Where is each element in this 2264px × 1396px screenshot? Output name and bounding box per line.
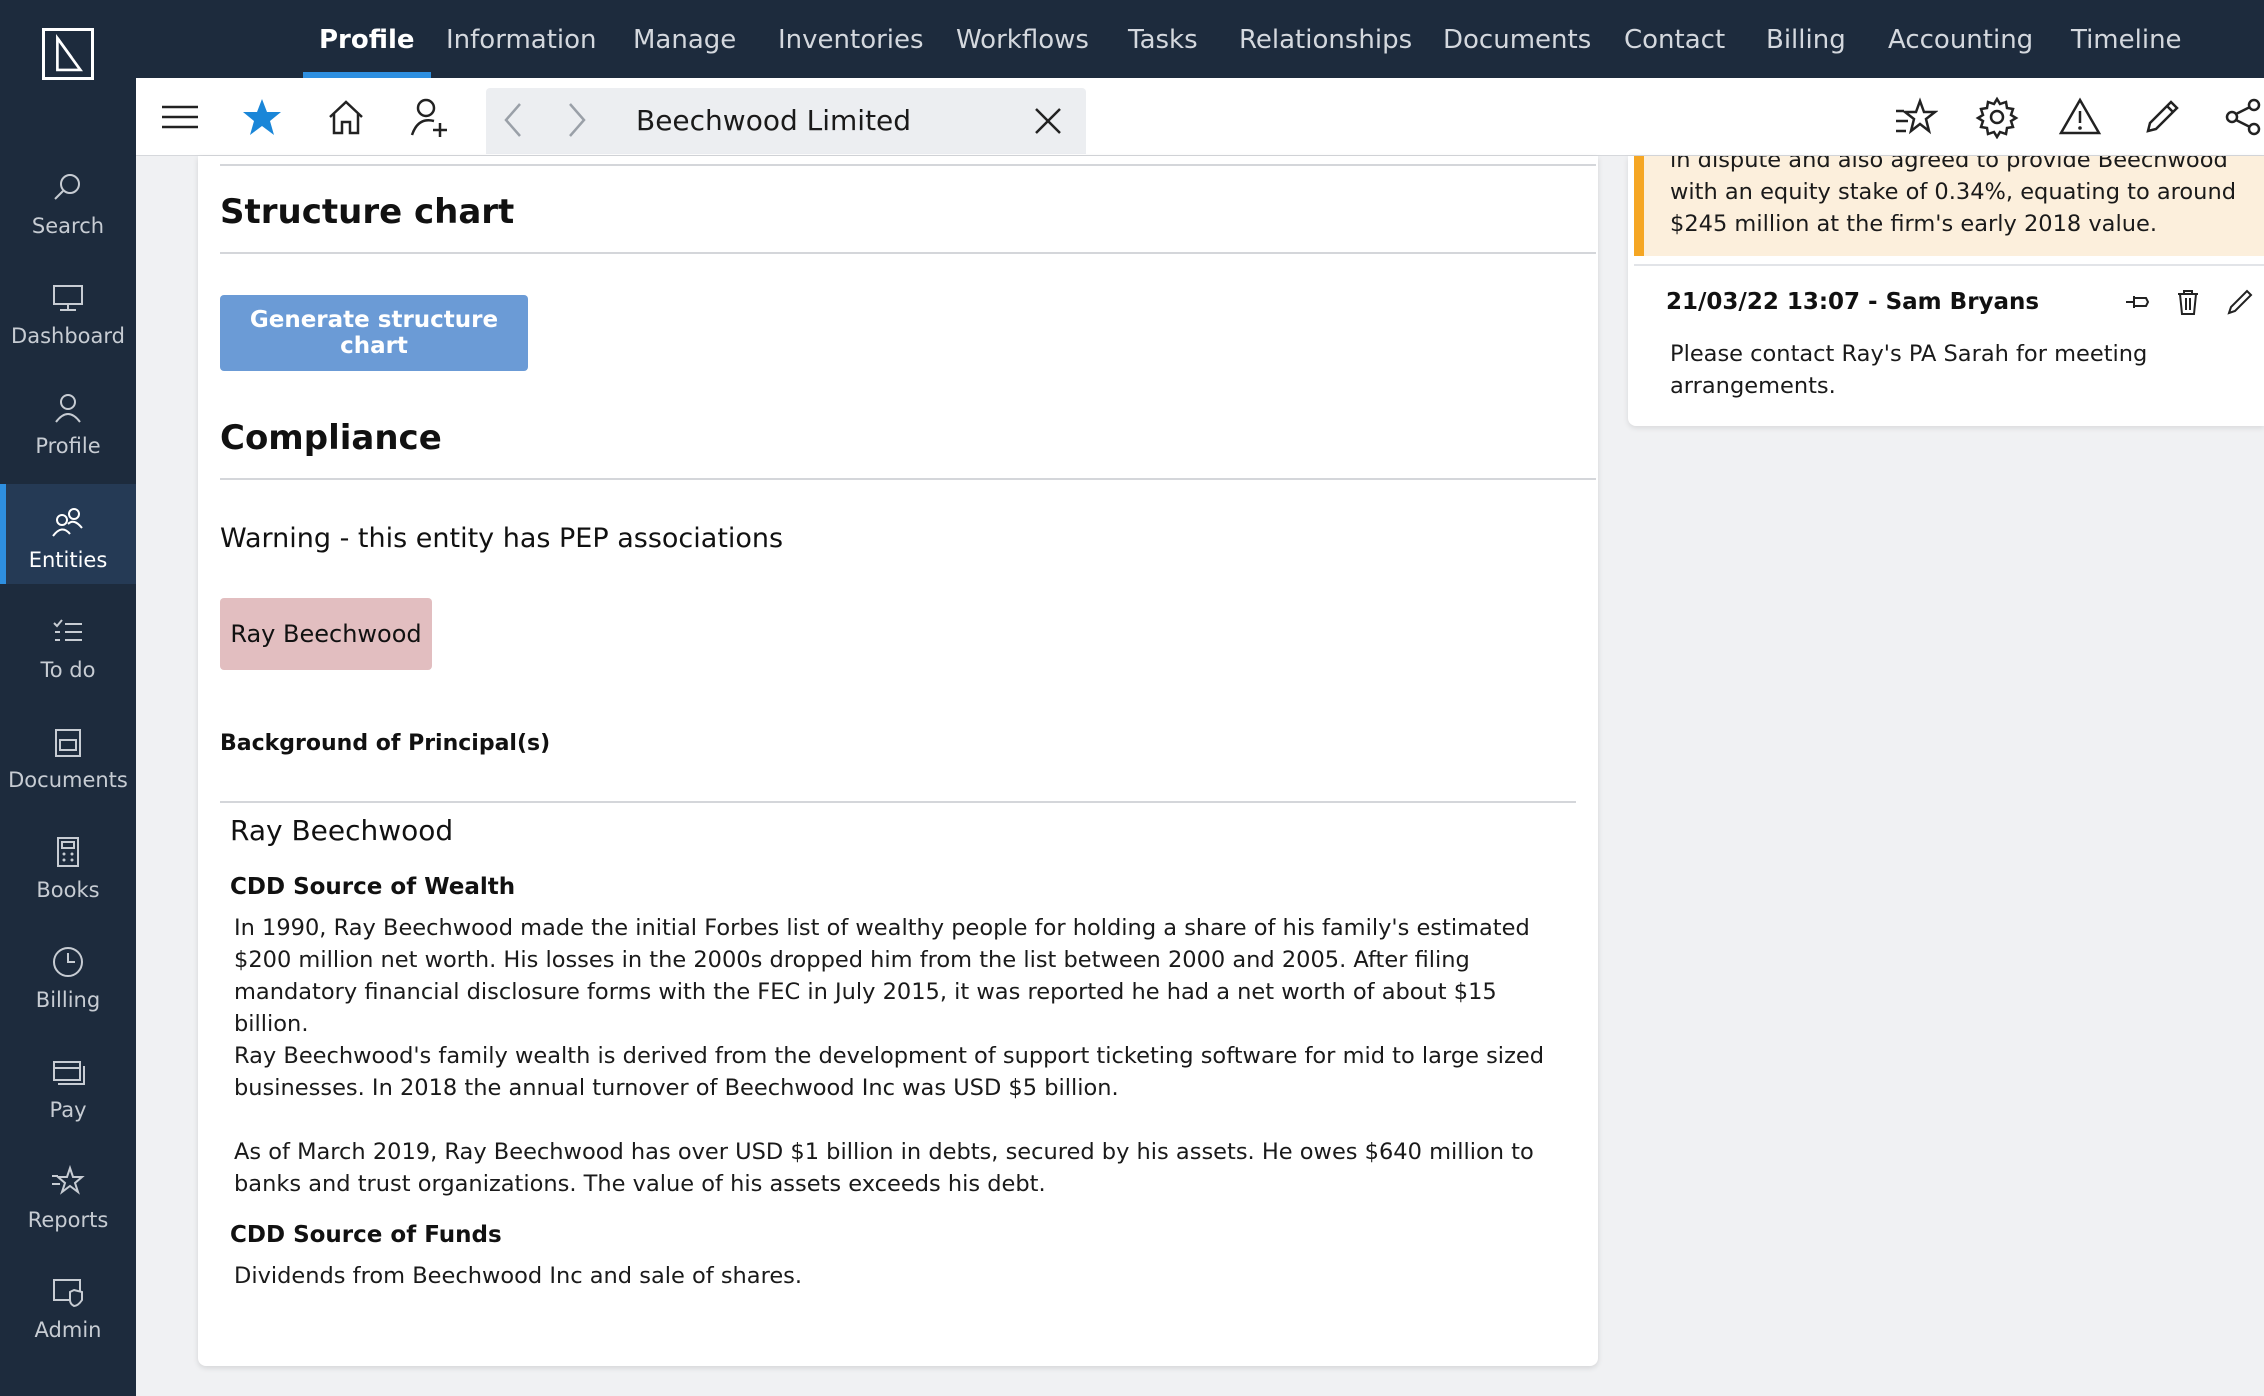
entity-tab[interactable]: Beechwood Limited	[486, 88, 1086, 154]
sidebar-item-label: Pay	[49, 1098, 87, 1122]
starred-list-icon[interactable]	[1894, 95, 1939, 139]
sidebar-item-label: Dashboard	[11, 324, 125, 348]
tab-relationships[interactable]: Relationships	[1239, 0, 1412, 78]
divider	[1634, 264, 2264, 266]
pay-icon	[48, 1052, 88, 1092]
delete-trash-icon[interactable]	[2172, 286, 2204, 318]
settings-gear-icon[interactable]	[1975, 95, 2019, 140]
forward-arrow-icon[interactable]	[554, 98, 598, 142]
source-of-wealth-heading: CDD Source of Wealth	[230, 874, 516, 900]
app-logo[interactable]	[42, 28, 94, 80]
admin-icon	[48, 1272, 88, 1312]
sidebar-item-admin[interactable]: Admin	[0, 1254, 136, 1354]
tab-contact[interactable]: Contact	[1624, 0, 1725, 78]
sidebar-item-label: Books	[36, 878, 100, 902]
share-icon[interactable]	[2220, 95, 2264, 139]
source-of-funds-text: Dividends from Beechwood Inc and sale of…	[234, 1263, 803, 1289]
tab-manage[interactable]: Manage	[633, 0, 736, 78]
billing-icon	[48, 942, 88, 982]
todo-icon	[48, 612, 88, 652]
tab-documents[interactable]: Documents	[1443, 0, 1591, 78]
divider	[220, 478, 1596, 480]
top-nav: Profile Information Manage Inventories W…	[136, 0, 2264, 78]
sidebar-item-label: Documents	[8, 768, 128, 792]
entities-icon	[48, 502, 88, 542]
menu-icon[interactable]	[158, 95, 202, 139]
tab-timeline[interactable]: Timeline	[2071, 0, 2182, 78]
edit-pencil-icon[interactable]	[2140, 95, 2184, 139]
favourite-star-icon[interactable]	[240, 95, 284, 139]
logo-icon	[56, 33, 83, 72]
tab-workflows[interactable]: Workflows	[956, 0, 1089, 78]
sidebar-item-billing[interactable]: Billing	[0, 924, 136, 1024]
sidebar: Search Dashboard Profile Entities To do …	[0, 0, 136, 1396]
divider	[220, 801, 1576, 803]
search-icon	[48, 168, 88, 208]
warning-icon[interactable]	[2058, 95, 2102, 139]
back-arrow-icon[interactable]	[492, 98, 536, 142]
compliance-heading: Compliance	[220, 418, 442, 458]
tab-tasks[interactable]: Tasks	[1128, 0, 1198, 78]
sidebar-item-pay[interactable]: Pay	[0, 1034, 136, 1134]
sidebar-item-label: To do	[40, 658, 96, 682]
sidebar-item-label: Admin	[34, 1318, 102, 1342]
dashboard-icon	[48, 278, 88, 318]
note-meta: 21/03/22 13:07 - Sam Bryans	[1666, 289, 2040, 315]
sidebar-item-label: Billing	[35, 988, 101, 1012]
structure-chart-heading: Structure chart	[220, 192, 515, 232]
highlighted-note-text: in dispute and also agreed to provide Be…	[1670, 156, 2236, 237]
books-icon	[48, 832, 88, 872]
profile-icon	[48, 388, 88, 428]
sidebar-item-search[interactable]: Search	[0, 150, 136, 250]
sidebar-item-dashboard[interactable]: Dashboard	[0, 260, 136, 360]
divider	[220, 252, 1596, 254]
background-of-principals-label: Background of Principal(s)	[220, 731, 551, 756]
source-of-funds-heading: CDD Source of Funds	[230, 1222, 502, 1248]
tab-billing[interactable]: Billing	[1766, 0, 1846, 78]
reports-icon	[48, 1162, 88, 1202]
sidebar-item-reports[interactable]: Reports	[0, 1144, 136, 1244]
sidebar-item-label: Reports	[27, 1208, 109, 1232]
principal-name: Ray Beechwood	[230, 814, 454, 847]
tab-inventories[interactable]: Inventories	[778, 0, 924, 78]
highlighted-note: in dispute and also agreed to provide Be…	[1634, 156, 2264, 256]
pep-person-chip[interactable]: Ray Beechwood	[220, 598, 432, 670]
notes-panel: in dispute and also agreed to provide Be…	[1628, 156, 2264, 426]
add-person-icon[interactable]	[408, 95, 452, 139]
source-of-wealth-paragraph: As of March 2019, Ray Beechwood has over…	[234, 1139, 1534, 1197]
pep-warning-text: Warning - this entity has PEP associatio…	[220, 523, 784, 554]
close-icon[interactable]	[1026, 99, 1070, 143]
sidebar-item-documents[interactable]: Documents	[0, 704, 136, 804]
sidebar-item-books[interactable]: Books	[0, 814, 136, 914]
toolbar: Beechwood Limited	[136, 78, 2264, 156]
sidebar-item-entities[interactable]: Entities	[0, 484, 136, 584]
sidebar-item-label: Search	[31, 214, 105, 238]
documents-icon	[48, 722, 88, 762]
source-of-wealth-paragraph: Ray Beechwood's family wealth is derived…	[234, 1043, 1544, 1101]
note-body: Please contact Ray's PA Sarah for meetin…	[1670, 341, 2148, 399]
sidebar-item-todo[interactable]: To do	[0, 594, 136, 694]
divider	[220, 164, 1596, 166]
home-icon[interactable]	[324, 95, 368, 139]
source-of-wealth-paragraph: In 1990, Ray Beechwood made the initial …	[234, 915, 1530, 1037]
sidebar-item-profile[interactable]: Profile	[0, 370, 136, 470]
sidebar-item-label: Entities	[28, 548, 108, 572]
tab-accounting[interactable]: Accounting	[1888, 0, 2033, 78]
pin-icon[interactable]	[2122, 286, 2154, 318]
tab-profile[interactable]: Profile	[303, 0, 431, 78]
generate-structure-chart-button[interactable]: Generate structure chart	[220, 295, 528, 371]
tab-information[interactable]: Information	[446, 0, 597, 78]
sidebar-item-label: Profile	[35, 434, 101, 458]
profile-main-card: Structure chart Generate structure chart…	[198, 156, 1598, 1366]
edit-note-pencil-icon[interactable]	[2224, 286, 2256, 318]
entity-tab-title: Beechwood Limited	[636, 104, 912, 137]
